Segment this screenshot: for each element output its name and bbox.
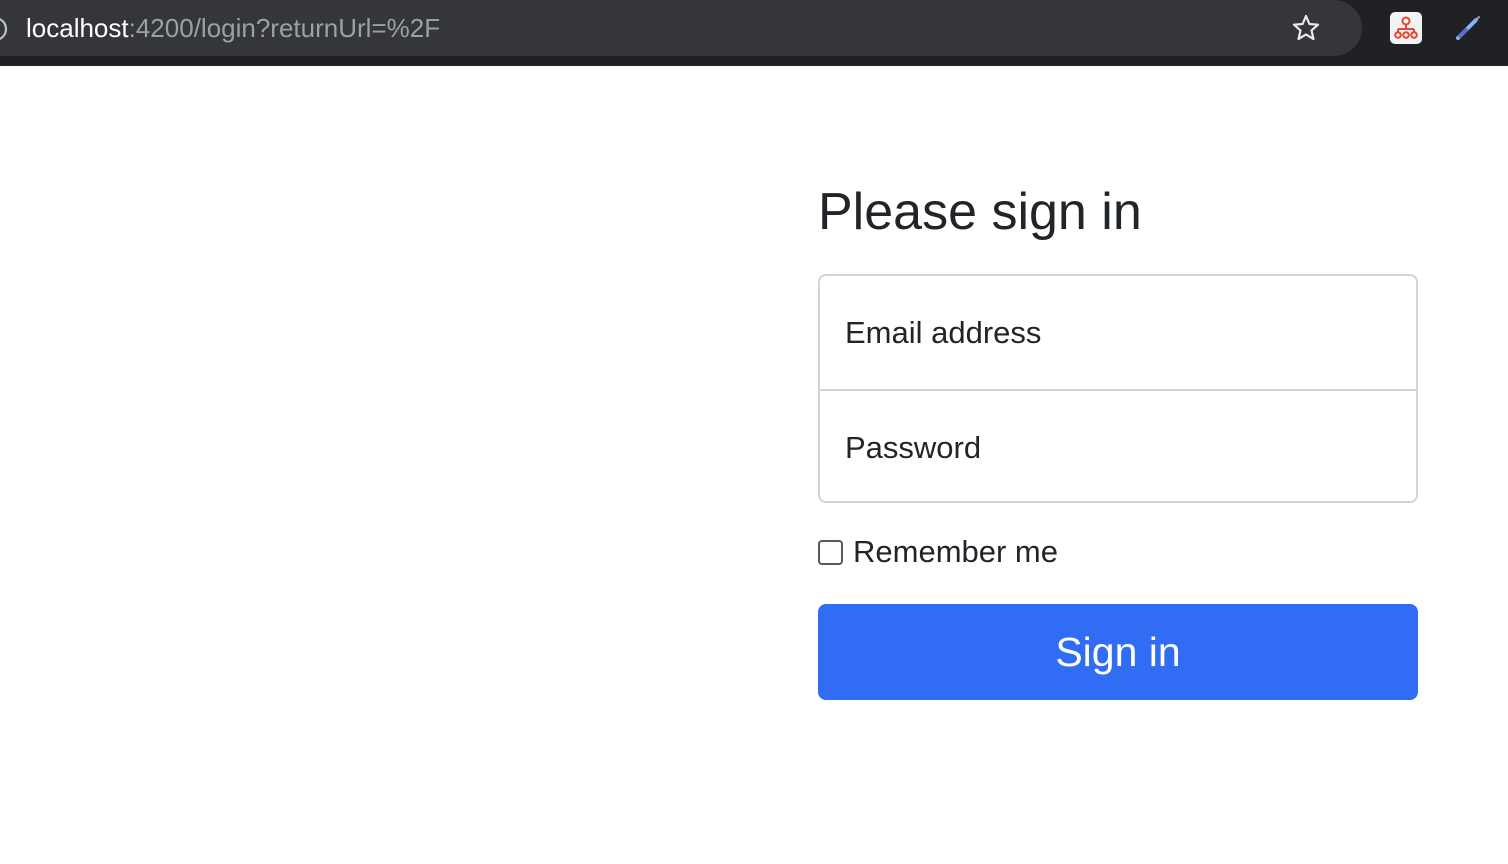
email-field[interactable] xyxy=(820,276,1416,389)
url-host: localhost xyxy=(26,13,129,43)
remember-me-label: Remember me xyxy=(853,534,1058,569)
password-field[interactable] xyxy=(820,391,1416,501)
url-text[interactable]: localhost:4200/login?returnUrl=%2F xyxy=(26,12,440,44)
pen-icon[interactable] xyxy=(1452,12,1484,44)
address-bar[interactable]: localhost:4200/login?returnUrl=%2F xyxy=(0,0,1362,56)
remember-me-checkbox[interactable] xyxy=(818,539,843,565)
page-title: Please sign in xyxy=(818,183,1142,241)
sign-in-button[interactable]: Sign in xyxy=(818,604,1418,700)
signin-form: Please sign in Remember me Sign in xyxy=(818,180,1418,700)
remember-me-row[interactable]: Remember me xyxy=(818,532,1058,572)
sitemap-extension-icon[interactable] xyxy=(1390,12,1422,44)
url-path: :4200/login?returnUrl=%2F xyxy=(128,13,441,43)
info-icon[interactable] xyxy=(0,16,8,42)
browser-toolbar: localhost:4200/login?returnUrl=%2F xyxy=(0,0,1508,66)
star-icon[interactable] xyxy=(1290,12,1322,44)
credentials-group xyxy=(818,274,1418,503)
sitemap-glyph-icon xyxy=(1394,16,1418,39)
